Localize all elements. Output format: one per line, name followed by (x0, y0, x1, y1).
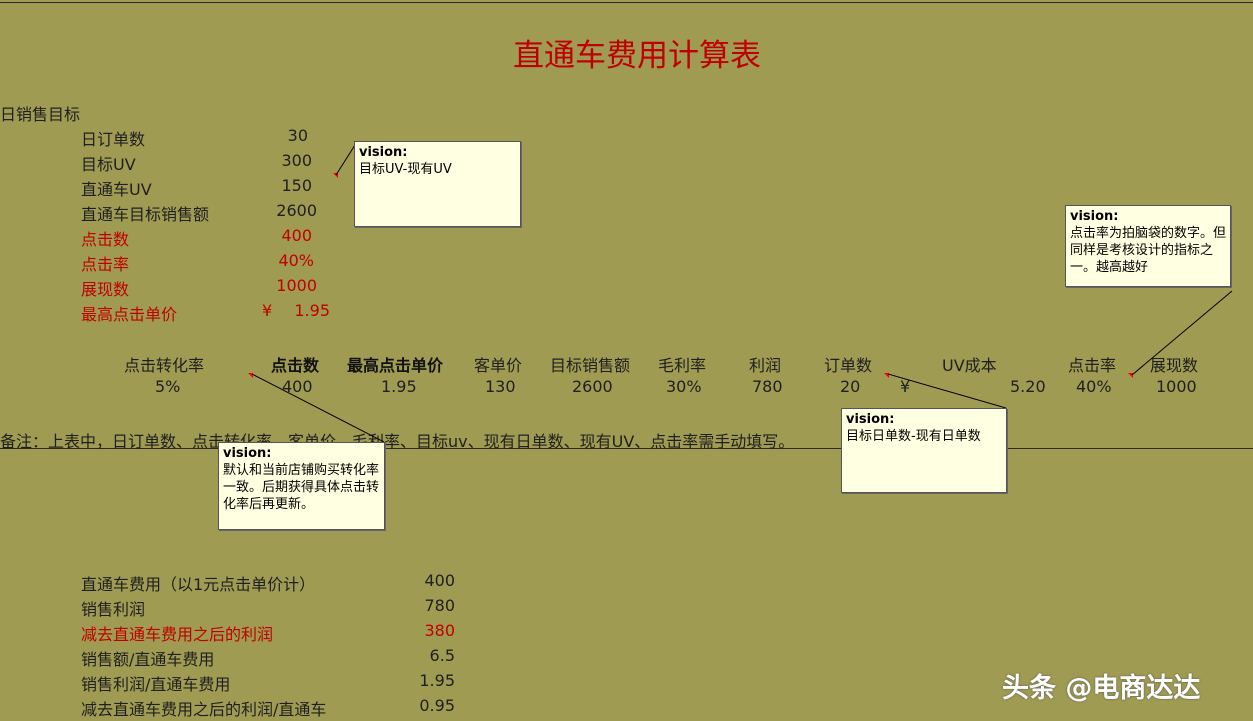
comment-box[interactable]: vision: 点击率为拍脑袋的数字。但同样是考核设计的指标之一。越高越好 (1065, 205, 1231, 287)
comment-text: 默认和当前店铺购买转化率一致。后期获得具体点击转化率后再更新。 (223, 463, 380, 512)
comment-author: vision: (1070, 209, 1119, 224)
comment-author: vision: (846, 412, 895, 427)
comment-box[interactable]: vision: 目标UV-现有UV (354, 141, 521, 227)
watermark: 头条 @电商达达 (1002, 673, 1201, 704)
comment-text: 目标UV-现有UV (359, 162, 452, 177)
comment-text: 目标日单数-现有日单数 (846, 429, 981, 444)
comment-box[interactable]: vision: 默认和当前店铺购买转化率一致。后期获得具体点击转化率后再更新。 (218, 442, 385, 530)
comment-arrows (251, 144, 1233, 443)
comment-box[interactable]: vision: 目标日单数-现有日单数 (841, 408, 1007, 493)
comment-author: vision: (223, 446, 272, 461)
comment-text: 点击率为拍脑袋的数字。但同样是考核设计的指标之一。越高越好 (1070, 226, 1227, 275)
comment-author: vision: (359, 145, 408, 160)
